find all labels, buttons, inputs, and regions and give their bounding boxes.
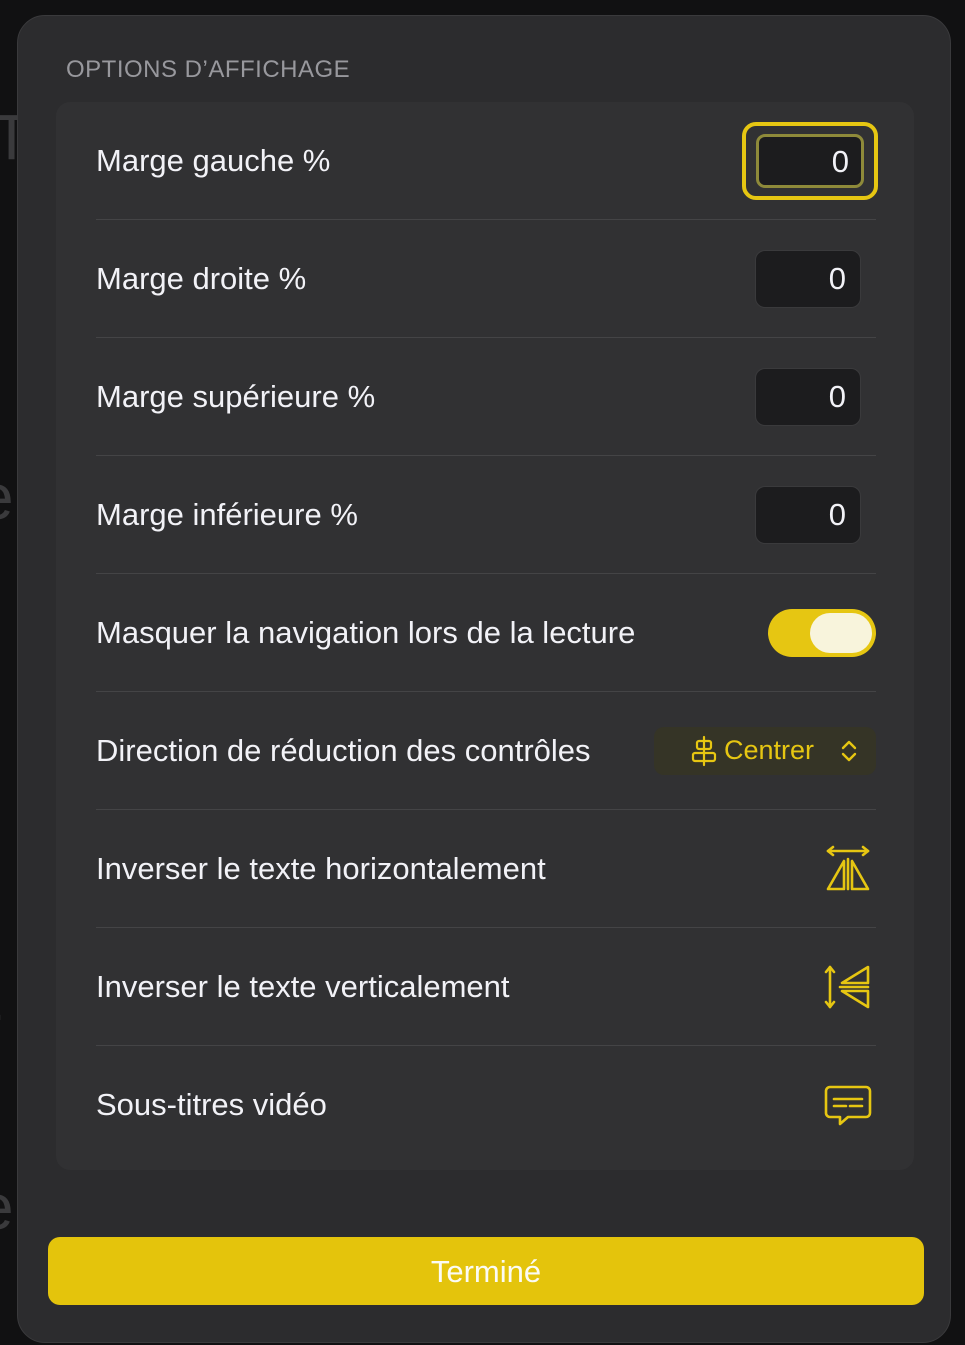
- backdrop-glyph: r: [0, 990, 1, 1064]
- collapse-direction-value: Centrer: [724, 735, 815, 765]
- subtitles-icon[interactable]: [824, 1081, 872, 1129]
- left-margin-label: Marge gauche %: [96, 143, 331, 178]
- flip-vertical-label: Inverser le texte verticalement: [96, 969, 510, 1004]
- done-button[interactable]: Terminé: [48, 1237, 924, 1305]
- right-margin-input[interactable]: 0: [755, 250, 861, 308]
- align-center-icon: [691, 735, 717, 767]
- flip-vertical-icon[interactable]: [824, 963, 872, 1011]
- hide-navigation-toggle[interactable]: [768, 609, 876, 657]
- options-group: Marge gauche % 0 Marge droite % 0 Marge …: [56, 102, 914, 1170]
- row-bottom-margin: Marge inférieure % 0: [96, 456, 876, 574]
- bottom-margin-input[interactable]: 0: [755, 486, 861, 544]
- row-video-subtitles: Sous-titres vidéo: [96, 1046, 876, 1164]
- backdrop-glyph: e: [0, 1170, 14, 1244]
- top-margin-label: Marge supérieure %: [96, 379, 376, 414]
- row-left-margin: Marge gauche % 0: [96, 102, 878, 220]
- collapse-direction-label: Direction de réduction des contrôles: [96, 733, 591, 768]
- video-subtitles-label: Sous-titres vidéo: [96, 1087, 327, 1122]
- display-options-sheet: OPTIONS D’AFFICHAGE Marge gauche % 0 Mar…: [17, 15, 951, 1343]
- row-top-margin: Marge supérieure % 0: [96, 338, 876, 456]
- row-hide-navigation: Masquer la navigation lors de la lecture: [96, 574, 876, 692]
- backdrop-glyph: e: [0, 460, 14, 534]
- bottom-margin-label: Marge inférieure %: [96, 497, 358, 532]
- row-flip-horizontal: Inverser le texte horizontalement: [96, 810, 876, 928]
- flip-horizontal-label: Inverser le texte horizontalement: [96, 851, 546, 886]
- row-flip-vertical: Inverser le texte verticalement: [96, 928, 876, 1046]
- right-margin-label: Marge droite %: [96, 261, 307, 296]
- toggle-knob: [810, 613, 872, 653]
- chevron-up-down-icon: [841, 740, 857, 762]
- section-title: OPTIONS D’AFFICHAGE: [66, 56, 351, 83]
- top-margin-input[interactable]: 0: [755, 368, 861, 426]
- row-right-margin: Marge droite % 0: [96, 220, 876, 338]
- collapse-direction-select[interactable]: Centrer: [654, 727, 876, 775]
- row-collapse-direction: Direction de réduction des contrôles Cen…: [96, 692, 876, 810]
- left-margin-input[interactable]: 0: [756, 134, 864, 188]
- flip-horizontal-icon[interactable]: [824, 845, 872, 893]
- left-margin-focus-ring: 0: [742, 122, 878, 200]
- hide-navigation-label: Masquer la navigation lors de la lecture: [96, 615, 636, 650]
